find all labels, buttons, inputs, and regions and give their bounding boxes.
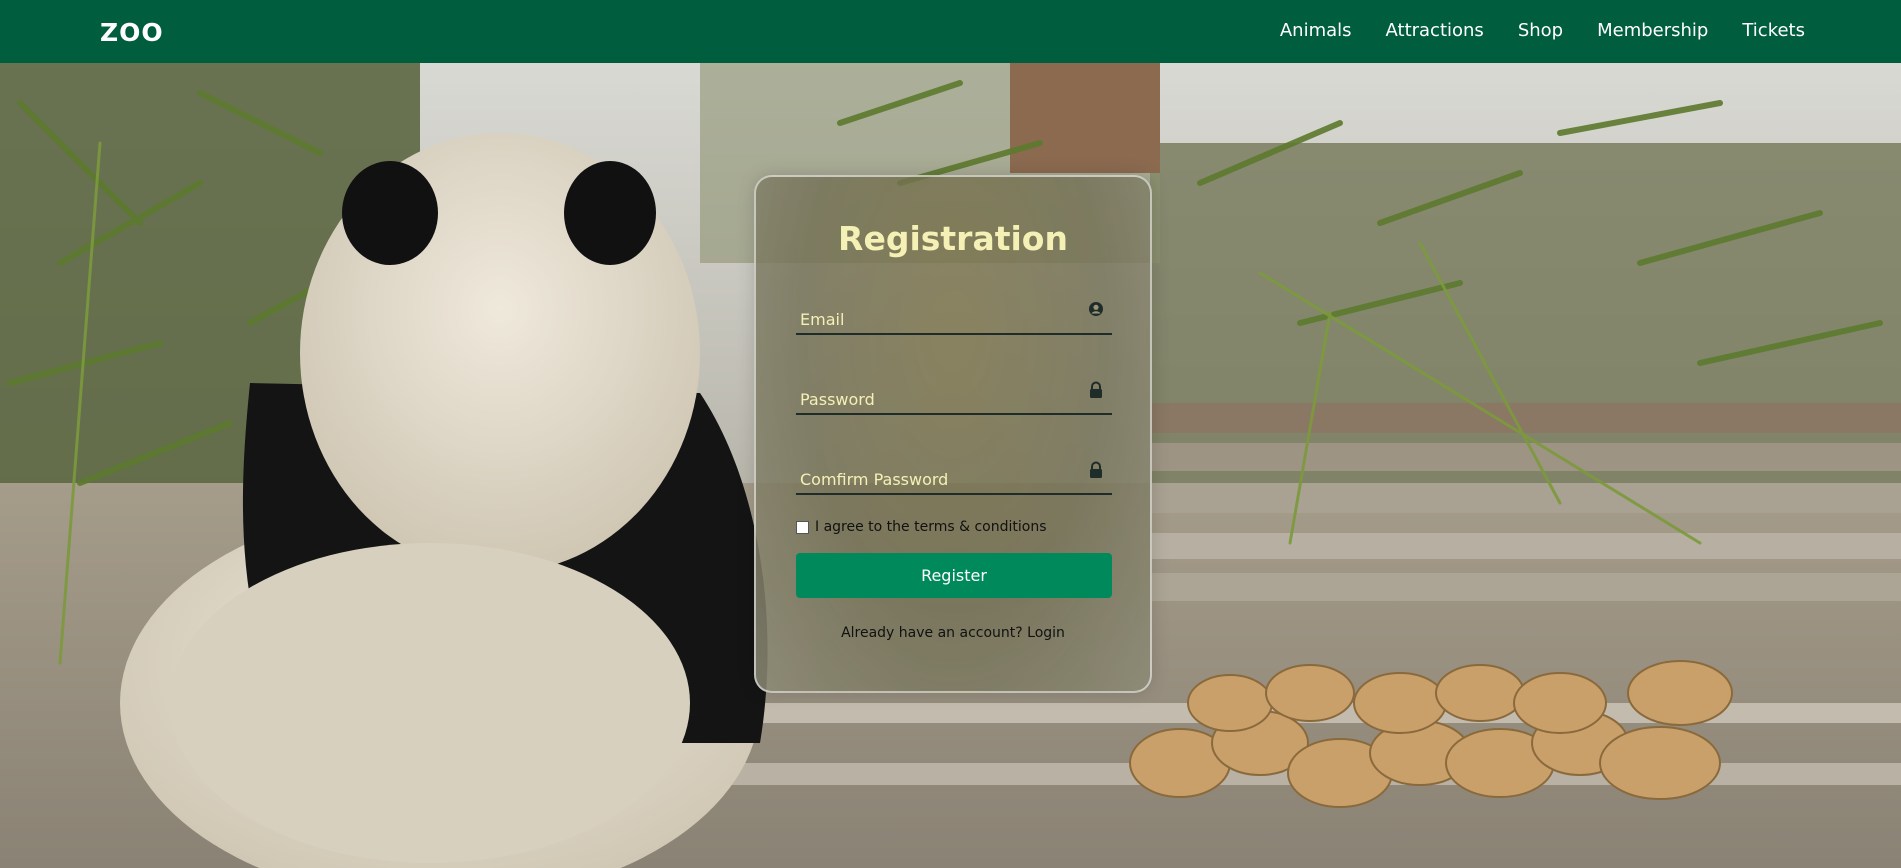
registration-card: Registration I a (754, 175, 1152, 693)
lock-icon (1088, 461, 1104, 479)
terms-row: I agree to the terms & conditions (796, 519, 1047, 535)
nav-link-shop[interactable]: Shop (1518, 20, 1563, 41)
nav-link-animals[interactable]: Animals (1280, 20, 1352, 41)
confirm-password-input[interactable] (800, 467, 1070, 491)
email-input[interactable] (800, 307, 1070, 331)
nav-link-tickets[interactable]: Tickets (1742, 20, 1805, 41)
nav-links: Animals Attractions Shop Membership Tick… (1280, 20, 1805, 41)
terms-checkbox[interactable] (796, 520, 809, 534)
user-circle-icon (1088, 301, 1104, 319)
login-link[interactable]: Login (1027, 625, 1065, 641)
nav-link-attractions[interactable]: Attractions (1386, 20, 1484, 41)
login-prompt-text: Already have an account? (841, 625, 1023, 641)
email-field (796, 301, 1112, 335)
zoo-logo[interactable]: ZOO (100, 18, 164, 47)
login-prompt-row: Already have an account? Login (756, 625, 1150, 641)
registration-title: Registration (838, 219, 1068, 258)
confirm-password-field (796, 461, 1112, 495)
nav-link-membership[interactable]: Membership (1597, 20, 1708, 41)
password-field (796, 381, 1112, 415)
terms-label: I agree to the terms & conditions (815, 519, 1047, 535)
register-button[interactable]: Register (796, 553, 1112, 598)
top-navbar: ZOO Animals Attractions Shop Membership … (0, 0, 1901, 63)
password-input[interactable] (800, 387, 1070, 411)
lock-icon (1088, 381, 1104, 399)
